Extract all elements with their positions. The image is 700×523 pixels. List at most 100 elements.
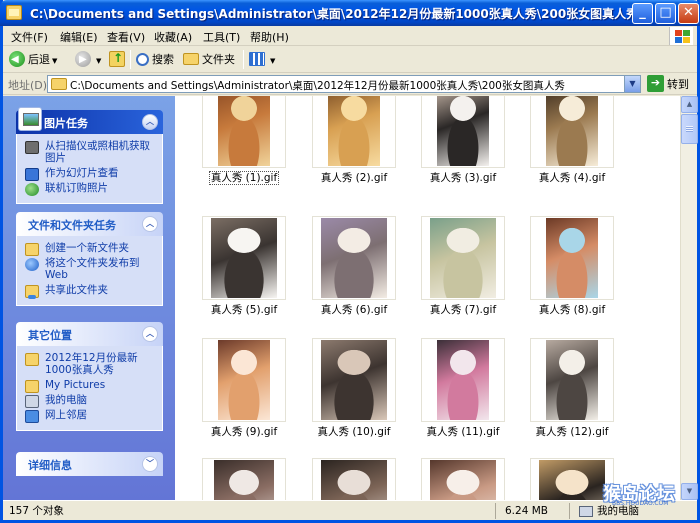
file-thumbnail[interactable] bbox=[202, 96, 286, 168]
file-name[interactable]: 真人秀 (9).gif bbox=[189, 424, 299, 439]
file-name[interactable]: 真人秀 (2).gif bbox=[299, 170, 409, 185]
file-thumbnail[interactable] bbox=[312, 338, 396, 422]
forward-arrow-icon bbox=[75, 50, 91, 69]
title-bar[interactable]: C:\Documents and Settings\Administrator\… bbox=[0, 0, 700, 26]
file-thumbnail[interactable] bbox=[312, 216, 396, 300]
place-my-pictures[interactable]: My Pictures bbox=[25, 379, 154, 393]
forward-dropdown-icon[interactable]: ▼ bbox=[96, 57, 101, 65]
back-dropdown-icon[interactable]: ▼ bbox=[52, 57, 57, 65]
views-dropdown-icon[interactable]: ▼ bbox=[270, 57, 275, 65]
thumbnail-image bbox=[546, 340, 598, 420]
task-order-prints[interactable]: 联机订购照片 bbox=[25, 182, 154, 196]
file-name[interactable]: 真人秀 (6).gif bbox=[299, 302, 409, 317]
menu-help[interactable]: 帮助(H) bbox=[250, 29, 289, 45]
up-button[interactable] bbox=[109, 49, 128, 69]
file-thumbnail[interactable] bbox=[421, 338, 505, 422]
folders-button[interactable]: 文件夹 bbox=[183, 50, 235, 69]
picture-tasks-header[interactable]: 图片任务 ︿ bbox=[16, 107, 163, 134]
menu-view[interactable]: 查看(V) bbox=[107, 29, 145, 45]
scrollbar-thumb[interactable] bbox=[681, 114, 698, 144]
thumbnail-image bbox=[218, 96, 270, 166]
menu-file[interactable]: 文件(F) bbox=[11, 29, 48, 45]
file-name[interactable]: 真人秀 (5).gif bbox=[189, 302, 299, 317]
go-button[interactable]: ➔ 转到 bbox=[647, 75, 689, 93]
thumbnail-image bbox=[218, 340, 270, 420]
maximize-button[interactable]: □ bbox=[655, 3, 676, 24]
file-thumbnail[interactable] bbox=[312, 458, 396, 500]
close-button[interactable]: ✕ bbox=[678, 3, 699, 24]
forward-button[interactable]: ▼ bbox=[75, 50, 101, 69]
menu-tools[interactable]: 工具(T) bbox=[203, 29, 240, 45]
computer-icon bbox=[25, 395, 39, 408]
file-thumbnail[interactable] bbox=[530, 458, 614, 500]
task-get-pictures[interactable]: 从扫描仪或照相机获取图片 bbox=[25, 140, 154, 164]
file-name[interactable]: 真人秀 (1).gif bbox=[189, 170, 299, 185]
address-dropdown-icon[interactable]: ▼ bbox=[624, 76, 640, 92]
search-button[interactable]: 搜索 bbox=[136, 50, 174, 69]
place-label: 2012年12月份最新1000张真人秀 bbox=[45, 352, 138, 376]
vertical-scrollbar[interactable]: ▲ ▼ bbox=[680, 96, 698, 500]
minimize-button[interactable]: _ bbox=[632, 3, 653, 24]
address-path: C:\Documents and Settings\Administrator\… bbox=[70, 80, 565, 92]
file-folder-tasks-panel: 文件和文件夹任务 ︿ 创建一个新文件夹 将这个文件夹发布到 Web 共享此文件夹 bbox=[16, 212, 163, 306]
scroll-down-button[interactable]: ▼ bbox=[681, 483, 698, 500]
address-input[interactable]: C:\Documents and Settings\Administrator\… bbox=[47, 75, 641, 93]
place-label: My Pictures bbox=[45, 379, 106, 391]
file-thumbnail[interactable] bbox=[421, 216, 505, 300]
place-my-computer[interactable]: 我的电脑 bbox=[25, 394, 154, 408]
place-label: 我的电脑 bbox=[45, 394, 87, 406]
details-header[interactable]: 详细信息 ﹀ bbox=[16, 452, 163, 476]
file-view[interactable]: 真人秀 (1).gif 真人秀 (2).gif 真人秀 (3).gif 真人秀 (4)… bbox=[175, 96, 680, 500]
window-title: C:\Documents and Settings\Administrator\… bbox=[30, 7, 639, 21]
file-thumbnail[interactable] bbox=[312, 96, 396, 168]
file-name[interactable]: 真人秀 (4).gif bbox=[517, 170, 627, 185]
task-slideshow[interactable]: 作为幻灯片查看 bbox=[25, 167, 154, 181]
file-name[interactable]: 真人秀 (10).gif bbox=[299, 424, 409, 439]
file-thumbnail[interactable] bbox=[202, 458, 286, 500]
file-name[interactable]: 真人秀 (12).gif bbox=[517, 424, 627, 439]
file-name-text: 真人秀 (8).gif bbox=[538, 304, 606, 316]
file-thumbnail[interactable] bbox=[202, 338, 286, 422]
file-folder-tasks-header[interactable]: 文件和文件夹任务 ︿ bbox=[16, 212, 163, 236]
file-name-text: 真人秀 (3).gif bbox=[429, 172, 497, 184]
collapse-chevron-icon[interactable]: ︿ bbox=[142, 114, 158, 130]
collapse-chevron-icon[interactable]: ︿ bbox=[142, 326, 158, 342]
folder-icon bbox=[6, 5, 22, 20]
file-name-text: 真人秀 (9).gif bbox=[210, 426, 278, 438]
place-network[interactable]: 网上邻居 bbox=[25, 409, 154, 423]
file-name[interactable]: 真人秀 (7).gif bbox=[408, 302, 518, 317]
views-button[interactable]: ▼ bbox=[249, 50, 275, 69]
other-places-panel: 其它位置 ︿ 2012年12月份最新1000张真人秀 My Pictures 我… bbox=[16, 322, 163, 431]
task-new-folder[interactable]: 创建一个新文件夹 bbox=[25, 242, 154, 256]
object-count: 157 个对象 bbox=[9, 505, 64, 517]
file-thumbnail[interactable] bbox=[530, 338, 614, 422]
task-publish-web[interactable]: 将这个文件夹发布到 Web bbox=[25, 257, 154, 281]
picture-tasks-title: 图片任务 bbox=[44, 117, 88, 130]
menu-edit[interactable]: 编辑(E) bbox=[60, 29, 98, 45]
menu-favorites[interactable]: 收藏(A) bbox=[154, 29, 192, 45]
scroll-up-button[interactable]: ▲ bbox=[681, 96, 698, 113]
other-places-header[interactable]: 其它位置 ︿ bbox=[16, 322, 163, 346]
details-panel: 详细信息 ﹀ bbox=[16, 452, 163, 476]
task-label: 创建一个新文件夹 bbox=[45, 242, 129, 254]
file-thumbnail[interactable] bbox=[421, 96, 505, 168]
file-thumbnail[interactable] bbox=[530, 216, 614, 300]
file-name[interactable]: 真人秀 (11).gif bbox=[408, 424, 518, 439]
file-name[interactable]: 真人秀 (3).gif bbox=[408, 170, 518, 185]
place-parent-folder[interactable]: 2012年12月份最新1000张真人秀 bbox=[25, 352, 154, 376]
task-share-folder[interactable]: 共享此文件夹 bbox=[25, 284, 154, 299]
file-name[interactable]: 真人秀 (8).gif bbox=[517, 302, 627, 317]
back-button[interactable]: 后退▼ bbox=[9, 50, 57, 69]
status-divider bbox=[569, 503, 570, 519]
file-thumbnail[interactable] bbox=[530, 96, 614, 168]
collapse-chevron-icon[interactable]: ︿ bbox=[142, 216, 158, 232]
file-thumbnail[interactable] bbox=[202, 216, 286, 300]
picture-icon bbox=[18, 107, 42, 131]
expand-chevron-icon[interactable]: ﹀ bbox=[142, 456, 158, 472]
order-prints-icon bbox=[25, 183, 39, 196]
folder-icon bbox=[183, 53, 199, 65]
menu-bar: 文件(F) 编辑(E) 查看(V) 收藏(A) 工具(T) 帮助(H) bbox=[3, 26, 697, 46]
my-pictures-icon bbox=[25, 380, 39, 393]
file-thumbnail[interactable] bbox=[421, 458, 505, 500]
picture-tasks-body: 从扫描仪或照相机获取图片 作为幻灯片查看 联机订购照片 bbox=[16, 134, 163, 204]
